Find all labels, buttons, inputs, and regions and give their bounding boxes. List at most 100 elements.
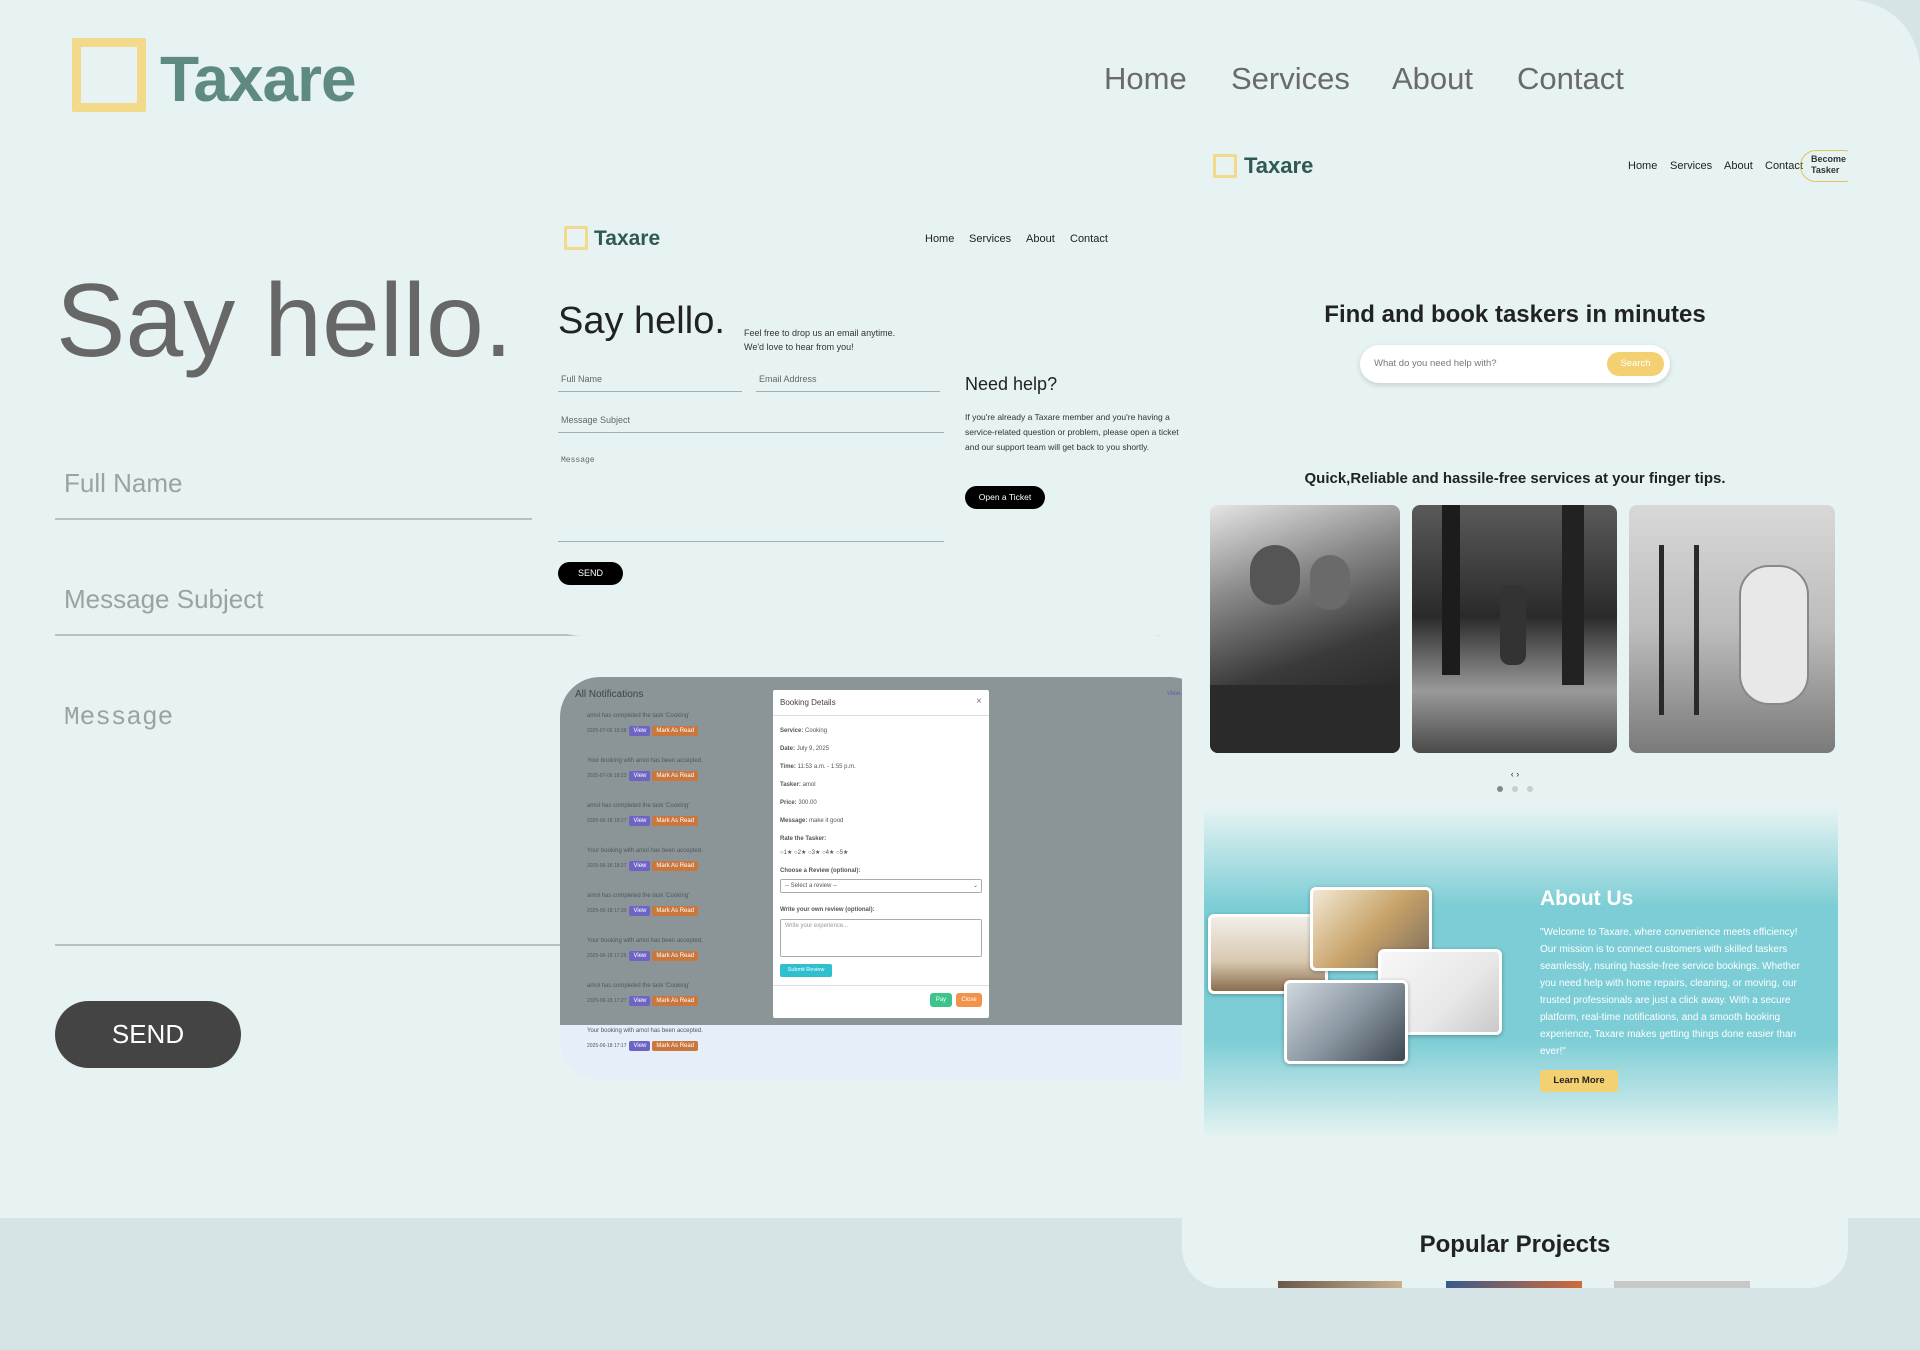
nav-about[interactable]: About [1026, 233, 1055, 245]
learn-more-button[interactable]: Learn More [1540, 1070, 1618, 1092]
notification-time: 2025-07-06 18:23 [587, 773, 627, 779]
notification-text: amol has completed the task 'Cooking' [587, 893, 690, 899]
tasker-row: Tasker: amol [780, 782, 816, 788]
mark-as-read-button[interactable]: Mark As Read [652, 1041, 699, 1051]
carousel-photo-gardening[interactable] [1412, 505, 1617, 753]
rating-4[interactable]: ○4★ [822, 850, 834, 856]
carousel-dot-3[interactable] [1527, 786, 1533, 792]
carousel-photo-repair[interactable] [1629, 505, 1835, 753]
pay-button[interactable]: Pay [930, 993, 952, 1007]
about-title: About Us [1540, 887, 1634, 910]
carousel-dot-2[interactable] [1512, 786, 1518, 792]
carousel-photo-cooking[interactable] [1210, 505, 1400, 753]
carousel-dot-1[interactable] [1497, 786, 1503, 792]
time-row: Time: 11:53 a.m. - 1:55 p.m. [780, 764, 856, 770]
view-button[interactable]: View [629, 1041, 651, 1051]
choose-review-label: Choose a Review (optional): [780, 868, 861, 874]
intro-text: Feel free to drop us an email anytime. W… [744, 328, 896, 352]
review-select[interactable]: -- Select a review -- ⌄ [780, 879, 982, 893]
subject-input[interactable]: Message Subject [558, 415, 944, 433]
date-row: Date: July 9, 2025 [780, 746, 830, 752]
mark-as-read-button[interactable]: Mark As Read [652, 996, 699, 1006]
mark-as-read-button[interactable]: Mark As Read [652, 726, 699, 736]
mark-as-read-button[interactable]: Mark As Read [652, 951, 699, 961]
project-card-1[interactable] [1278, 1281, 1402, 1288]
view-button[interactable]: View [629, 951, 651, 961]
notification-time: 2025-06-18 17:26 [587, 953, 627, 959]
nav-about[interactable]: About [1392, 61, 1473, 97]
view-button[interactable]: View [629, 996, 651, 1006]
nav-about[interactable]: About [1724, 160, 1753, 172]
project-card-2[interactable] [1446, 1281, 1582, 1288]
notification-time: 2025-06-18 17:27 [587, 998, 627, 1004]
notification-text: Your booking with amol has been accepted… [587, 758, 703, 764]
mark-as-read-button[interactable]: Mark As Read [652, 861, 699, 871]
notification-item: 2025-07-06 18:38 View Mark As Read [587, 726, 700, 736]
rating-1[interactable]: ○1★ [780, 850, 792, 856]
view-button[interactable]: View [629, 816, 651, 826]
full-name-input[interactable]: Full Name [558, 374, 742, 392]
help-text: If you're already a Taxare member and yo… [965, 412, 1179, 452]
rating-radios[interactable]: ○1★ ○2★ ○3★ ○4★ ○5★ [780, 849, 848, 856]
search-button[interactable]: Search [1607, 352, 1664, 376]
nav-home[interactable]: Home [925, 233, 954, 245]
divider [773, 985, 989, 986]
email-input[interactable]: Email Address [756, 374, 940, 392]
home-mockup: Taxare Home Services About Contact Becom… [1182, 138, 1848, 1288]
nav-contact[interactable]: Contact [1070, 233, 1108, 245]
notification-item: 2025-06-18 17:17 View Mark As Read [587, 1041, 700, 1051]
search-input[interactable]: What do you need help with? [1374, 358, 1497, 369]
brand-logo-text[interactable]: Taxare [160, 42, 357, 116]
brand-logo-text[interactable]: Taxare [594, 227, 660, 251]
close-icon[interactable]: × [976, 696, 982, 707]
carousel-arrows[interactable]: ‹ › [1182, 769, 1848, 779]
close-button[interactable]: Close [956, 993, 982, 1007]
nav-contact[interactable]: Contact [1517, 61, 1624, 97]
view-button[interactable]: View [629, 906, 651, 916]
rating-5[interactable]: ○5★ [836, 850, 848, 856]
notification-item: 2025-06-18 18:27 View Mark As Read [587, 816, 700, 826]
send-button[interactable]: SEND [558, 562, 623, 585]
nav-home[interactable]: Home [1628, 160, 1657, 172]
project-card-3[interactable] [1614, 1281, 1750, 1288]
notification-time: 2025-06-18 18:27 [587, 818, 627, 824]
nav-services[interactable]: Services [1231, 61, 1350, 97]
service-row: Service: Cooking [780, 728, 828, 734]
send-button[interactable]: SEND [55, 1001, 241, 1068]
full-name-input[interactable]: Full Name [55, 468, 535, 520]
write-review-label: Write your own review (optional): [780, 907, 875, 913]
search-bar: What do you need help with? Search [1360, 345, 1670, 383]
notification-text: Your booking with amol has been accepted… [587, 938, 703, 944]
nav-services[interactable]: Services [969, 233, 1011, 245]
about-text: "Welcome to Taxare, where convenience me… [1540, 927, 1800, 1057]
view-button[interactable]: View [629, 771, 651, 781]
popular-projects-title: Popular Projects [1419, 1231, 1611, 1258]
notification-time: 2025-06-18 17:30 [587, 908, 627, 914]
logo-icon [1213, 154, 1237, 178]
notification-text: amol has completed the task 'Cooking' [587, 803, 690, 809]
notification-item: 2025-06-18 17:26 View Mark As Read [587, 951, 700, 961]
nav-home[interactable]: Home [1104, 61, 1187, 97]
view-button[interactable]: View [629, 726, 651, 736]
mark-as-read-button[interactable]: Mark As Read [652, 906, 699, 916]
page-title: Say hello. [56, 263, 513, 379]
notification-item: 2025-06-18 17:30 View Mark As Read [587, 906, 700, 916]
become-tasker-button[interactable]: Become Tasker [1800, 150, 1848, 182]
message-textarea[interactable]: Message [558, 456, 944, 542]
open-ticket-button[interactable]: Open a Ticket [965, 486, 1045, 509]
mark-as-read-button[interactable]: Mark As Read [652, 816, 699, 826]
notification-time: 2025-06-18 18:27 [587, 863, 627, 869]
view-button[interactable]: View [629, 861, 651, 871]
logo-icon [72, 38, 146, 112]
rating-2[interactable]: ○2★ [794, 850, 806, 856]
submit-review-button[interactable]: Submit Review [780, 964, 832, 977]
rating-3[interactable]: ○3★ [808, 850, 820, 856]
nav-services[interactable]: Services [1670, 160, 1712, 172]
brand-logo-text[interactable]: Taxare [1244, 153, 1313, 179]
review-textarea[interactable]: Write your experience... [780, 919, 982, 957]
notification-time: 2025-06-18 17:17 [587, 1043, 627, 1049]
notification-text: amol has completed the task 'Cooking' [587, 713, 690, 719]
contact-mockup: Taxare Home Services About Contact Say h… [532, 210, 1204, 636]
nav-contact[interactable]: Contact [1765, 160, 1803, 172]
mark-as-read-button[interactable]: Mark As Read [652, 771, 699, 781]
